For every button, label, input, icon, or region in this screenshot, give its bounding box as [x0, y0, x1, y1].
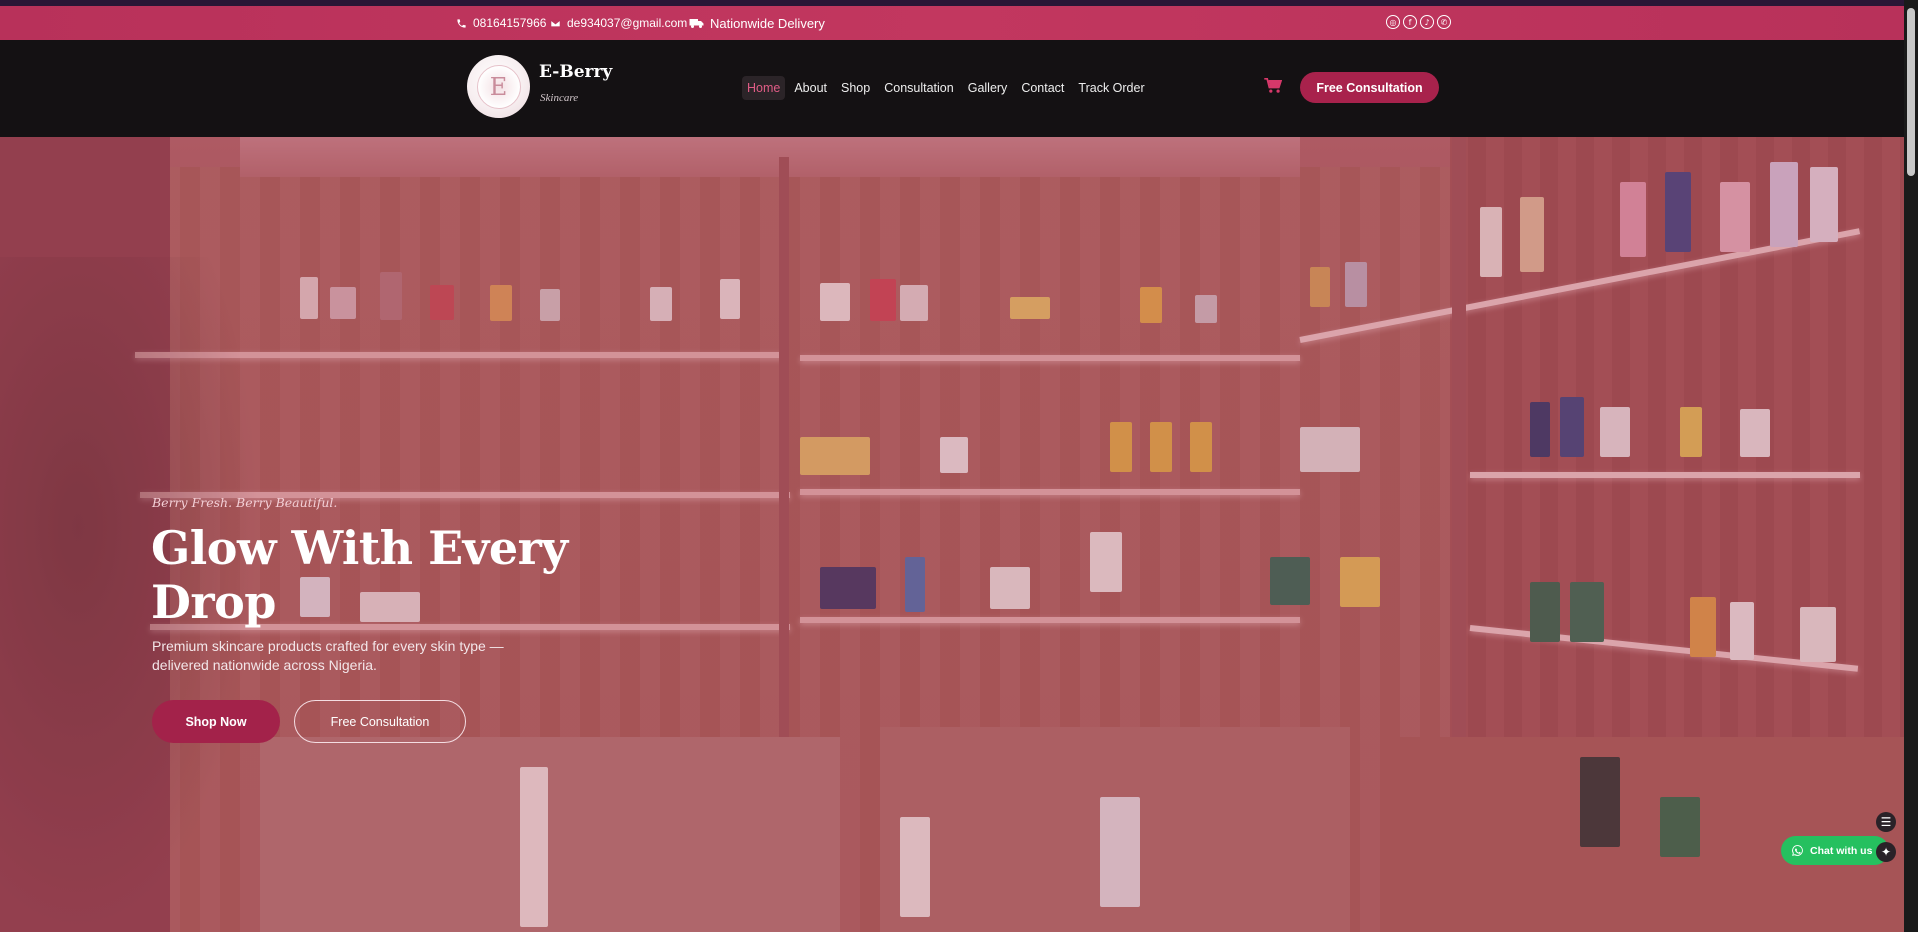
hero-tagline: Berry Fresh. Berry Beautiful.	[152, 495, 338, 510]
whatsapp-icon	[1792, 845, 1803, 856]
facebook-icon[interactable]: f	[1403, 15, 1417, 29]
hero-subtitle: Premium skincare products crafted for ev…	[152, 638, 504, 673]
hero-title: Glow With Every Drop	[151, 521, 568, 629]
cart-icon[interactable]	[1264, 77, 1283, 94]
free-consultation-button[interactable]: Free Consultation	[1300, 72, 1439, 103]
contact-bar: 08164157966 de934037@gmail.com Nationwid…	[0, 6, 1904, 40]
nav-about[interactable]: About	[789, 76, 832, 100]
whatsapp-icon[interactable]: ✆	[1437, 15, 1451, 29]
social-links: ◎ f ♪ ✆	[1386, 15, 1451, 29]
main-nav: Home About Shop Consultation Gallery Con…	[742, 76, 1150, 100]
brand-logo[interactable]: E	[467, 55, 530, 118]
sparkle-icon[interactable]: ✦	[1876, 842, 1896, 862]
envelope-icon	[550, 19, 561, 27]
delivery-label: Nationwide Delivery	[710, 15, 825, 31]
logo-monogram: E	[476, 64, 521, 109]
nav-home[interactable]: Home	[742, 76, 786, 100]
email-contact[interactable]: de934037@gmail.com	[550, 6, 687, 40]
page-scrollbar[interactable]	[1904, 0, 1918, 932]
nav-gallery[interactable]: Gallery	[963, 76, 1013, 100]
delivery-info: Nationwide Delivery	[689, 6, 825, 40]
chat-label: Chat with us	[1810, 844, 1873, 857]
brand-tagline: Skincare	[540, 92, 579, 104]
whatsapp-chat-button[interactable]: Chat with us	[1781, 836, 1889, 865]
tiktok-icon[interactable]: ♪	[1420, 15, 1434, 29]
phone-icon	[457, 18, 466, 28]
email-address: de934037@gmail.com	[567, 16, 688, 30]
truck-icon	[689, 19, 704, 28]
nav-shop[interactable]: Shop	[836, 76, 875, 100]
phone-contact[interactable]: 08164157966	[456, 6, 546, 40]
brand-name[interactable]: E-Berry	[539, 62, 612, 82]
scrollbar-thumb[interactable]	[1907, 8, 1915, 176]
phone-number: 08164157966	[473, 16, 547, 30]
hero-section: Berry Fresh. Berry Beautiful. Glow With …	[0, 137, 1904, 932]
menu-lines-icon[interactable]: ☰	[1876, 812, 1896, 832]
instagram-icon[interactable]: ◎	[1386, 15, 1400, 29]
hero-free-consultation-button[interactable]: Free Consultation	[294, 700, 466, 743]
site-header: E E-Berry Skincare Home About Shop Consu…	[0, 40, 1904, 137]
nav-consultation[interactable]: Consultation	[879, 76, 959, 100]
nav-contact[interactable]: Contact	[1016, 76, 1069, 100]
shop-now-button[interactable]: Shop Now	[152, 700, 280, 743]
nav-track-order[interactable]: Track Order	[1073, 76, 1149, 100]
